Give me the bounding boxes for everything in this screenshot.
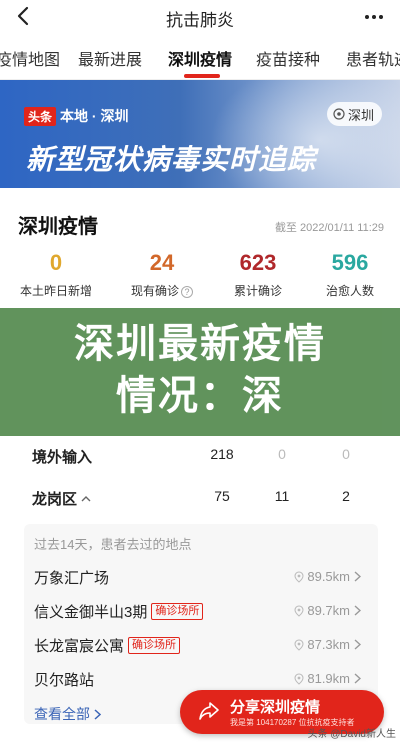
chevron-right-icon [354, 639, 361, 650]
stat-value: 0 [49, 250, 63, 275]
stat-current-confirmed: 24 现有确诊? [112, 250, 212, 299]
location-pin-icon [294, 604, 304, 617]
page-title: 抗击肺炎 [166, 11, 234, 30]
place-name: 万象汇广场 [34, 570, 110, 587]
overlay-title: 深圳最新疫情情况：深 [74, 322, 326, 418]
place-distance: 89.5km [294, 569, 364, 584]
tab-bar: 疫情地图 最新进展 深圳疫情 疫苗接种 患者轨迹 [0, 36, 400, 80]
location-button[interactable]: 深圳 [326, 102, 382, 126]
confirmed-site-tag: 确诊场所 [128, 637, 181, 654]
row-name: 境外输入 [32, 449, 93, 466]
stats-row: 0 本土昨日新增 24 现有确诊? 623 累计确诊 596 治愈人数 [0, 250, 400, 310]
distance-value: 89.5km [307, 569, 350, 584]
place-name-wrap: 信义金御半山3期 确诊场所 [34, 601, 204, 622]
more-options-icon[interactable] [362, 5, 386, 29]
update-timestamp: 截至 2022/01/11 11:29 [274, 222, 384, 234]
list-item[interactable]: 信义金御半山3期 确诊场所 89.7km [24, 594, 378, 628]
banner-local-label: 本地 · 深圳 [60, 108, 129, 124]
view-all-label: 查看全部 [34, 706, 90, 722]
table-row: 境外输入 218 0 0 [22, 438, 378, 474]
row-name-wrap: 龙岗区 [32, 488, 91, 509]
active-tab-indicator [184, 74, 220, 78]
place-distance: 87.3km [294, 637, 364, 652]
stat-label: 现有确诊 [130, 284, 179, 298]
banner: 头条 本地 · 深圳 深圳 新型冠状病毒实时追踪 [0, 80, 400, 188]
location-pin-icon [333, 108, 345, 120]
location-pin-icon [294, 638, 304, 651]
cell-value: 218 [210, 446, 234, 462]
tab-latest-progress[interactable]: 最新进展 [78, 46, 142, 70]
chevron-right-icon [354, 605, 361, 616]
stat-local-new: 0 本土昨日新增 [6, 250, 106, 299]
district-table: 境外输入 218 0 0 龙岗区 75 11 2 [22, 438, 378, 516]
stat-value: 596 [331, 250, 369, 275]
share-title: 分享深圳疫情 [230, 699, 321, 716]
top-bar: 抗击肺炎 [0, 0, 400, 36]
stat-label: 治愈人数 [325, 284, 374, 298]
chevron-right-icon [354, 571, 361, 582]
place-name-wrap: 长龙富宸公寓 确诊场所 [34, 635, 181, 656]
section-title: 深圳疫情 [18, 216, 98, 238]
chevron-right-icon [354, 673, 361, 684]
location-pin-icon [294, 570, 304, 583]
overlay-banner: 深圳最新疫情情况：深 [0, 308, 400, 436]
cell-value: 0 [278, 446, 286, 462]
place-distance: 81.9km [294, 671, 364, 686]
list-item[interactable]: 万象汇广场 89.5km [24, 560, 378, 594]
distance-value: 81.9km [307, 671, 350, 686]
location-label: 深圳 [347, 107, 374, 123]
place-name: 长龙富宸公寓 [34, 638, 125, 655]
stat-value: 24 [149, 250, 175, 275]
watermark: 头条 @David新人生 [307, 729, 397, 740]
stat-recovered: 596 治愈人数 [300, 250, 400, 299]
tab-vaccination[interactable]: 疫苗接种 [256, 46, 320, 70]
cell-value: 75 [214, 488, 230, 504]
help-icon[interactable]: ? [181, 286, 193, 298]
row-name: 龙岗区 [32, 491, 78, 508]
cell-value: 11 [274, 488, 290, 504]
cell-value: 2 [342, 488, 350, 504]
stat-label-wrap: 现有确诊? [112, 282, 212, 299]
banner-title: 新型冠状病毒实时追踪 [26, 144, 317, 175]
stat-total-confirmed: 623 累计确诊 [208, 250, 308, 299]
share-icon [199, 702, 219, 720]
places-note: 过去14天，患者去过的地点 [34, 537, 192, 552]
stat-value: 623 [239, 250, 277, 275]
distance-value: 89.7km [307, 603, 350, 618]
stat-label: 本土昨日新增 [19, 284, 92, 298]
toutiao-badge: 头条 [24, 107, 57, 126]
view-all-link[interactable]: 查看全部 [34, 704, 101, 724]
stat-label: 累计确诊 [233, 284, 282, 298]
chevron-up-icon[interactable] [81, 495, 91, 502]
cell-value: 0 [342, 446, 350, 462]
distance-value: 87.3km [307, 637, 350, 652]
tab-epidemic-map[interactable]: 疫情地图 [0, 46, 60, 70]
place-name: 贝尔路站 [34, 672, 95, 689]
tab-patient-trajectory[interactable]: 患者轨迹 [346, 46, 400, 70]
list-item[interactable]: 长龙富宸公寓 确诊场所 87.3km [24, 628, 378, 662]
location-pin-icon [294, 672, 304, 685]
place-distance: 89.7km [294, 603, 364, 618]
tab-shenzhen-epidemic[interactable]: 深圳疫情 [168, 46, 232, 70]
chevron-right-icon [94, 708, 101, 720]
table-row-expandable[interactable]: 龙岗区 75 11 2 [22, 480, 378, 516]
place-name: 信义金御半山3期 [34, 604, 148, 621]
confirmed-site-tag: 确诊场所 [151, 603, 204, 620]
